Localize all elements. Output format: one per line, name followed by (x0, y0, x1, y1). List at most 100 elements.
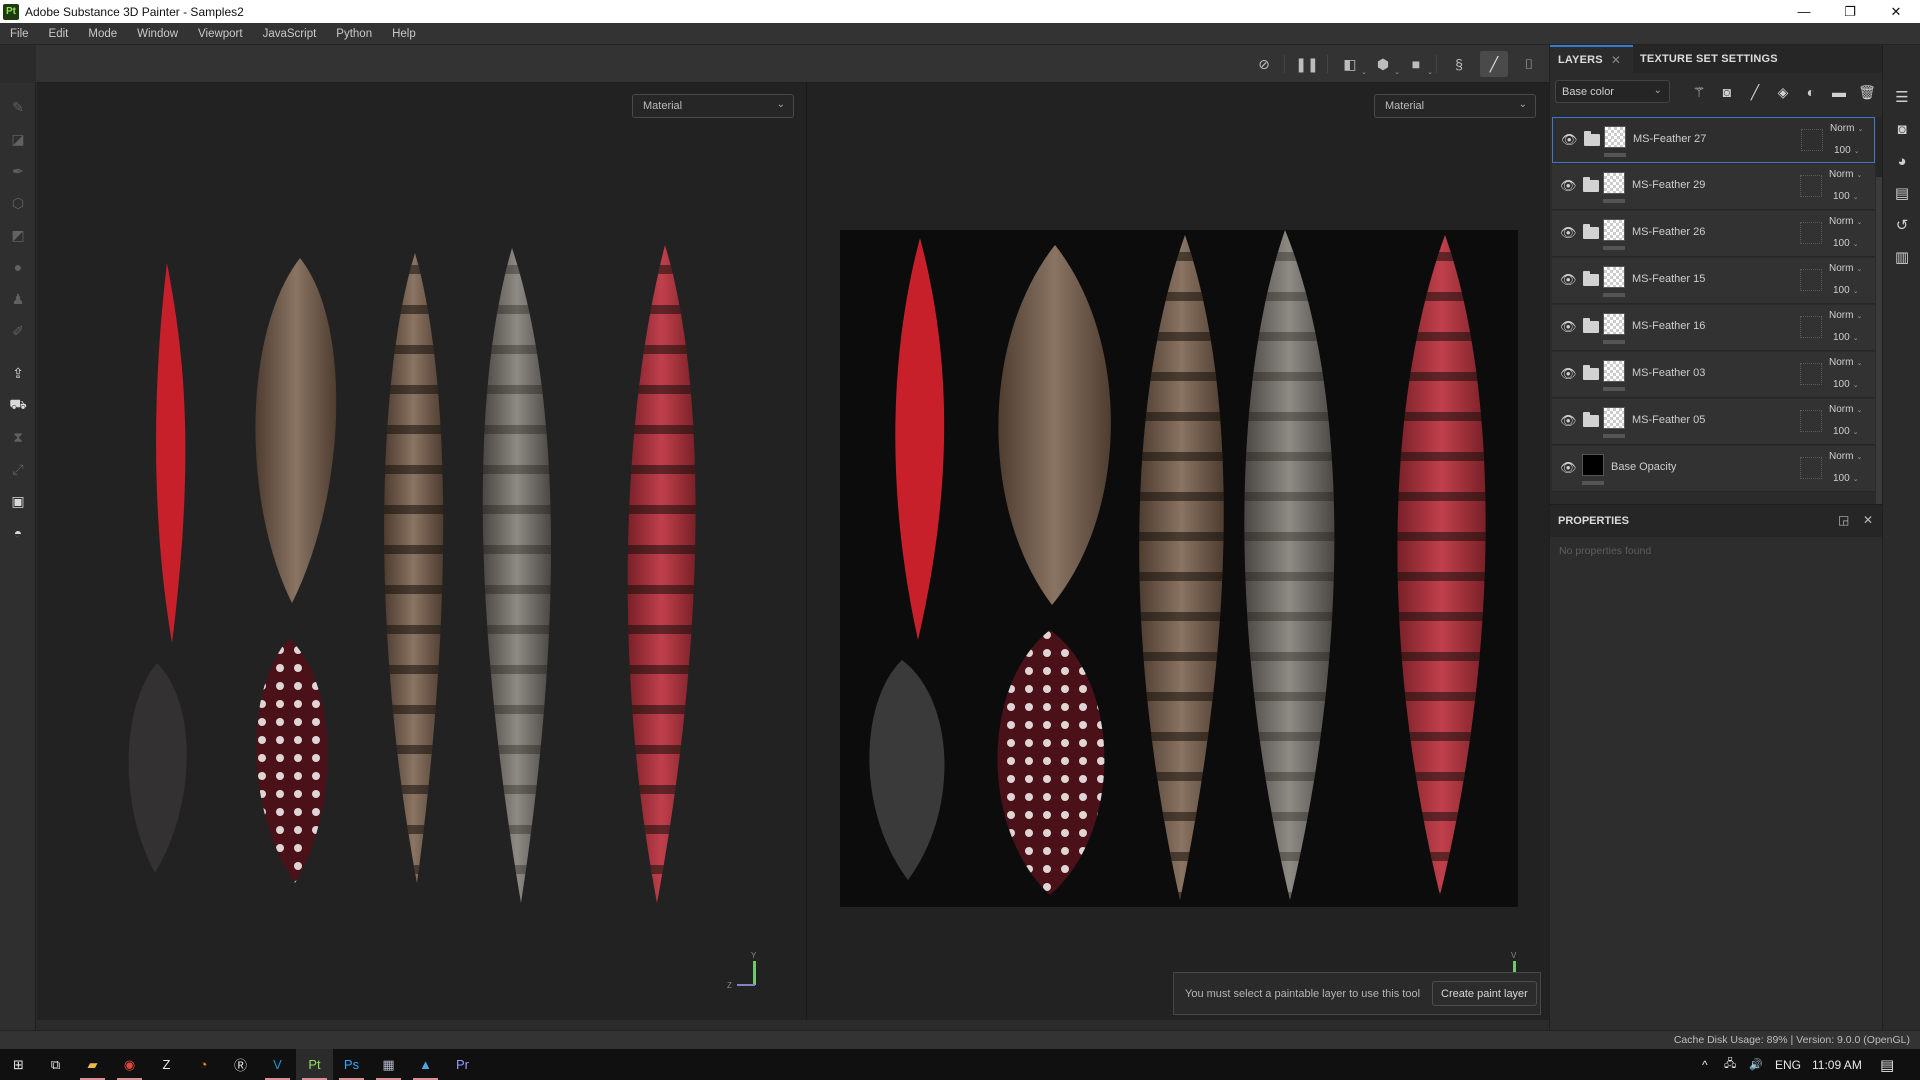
close-icon[interactable]: ✕ (1611, 53, 1621, 67)
taskbar-task-view-icon[interactable]: ⧉ (37, 1049, 74, 1080)
add-smart-mask-icon[interactable]: ◐ (1802, 83, 1820, 101)
layer-name[interactable]: MS-Feather 27 (1633, 133, 1706, 145)
language-indicator[interactable]: ENG (1775, 1049, 1801, 1080)
add-effect-icon[interactable]: ⚚ (1690, 83, 1708, 101)
environment-icon[interactable]: ◕ (1892, 151, 1912, 171)
taskbar-app-r-icon[interactable]: Ⓡ (222, 1049, 259, 1080)
opacity-select[interactable]: 100 ⌄ (1833, 426, 1859, 437)
visibility-eye-icon[interactable]: 👁 (1560, 272, 1577, 288)
taskbar-file-explorer-icon[interactable]: ▰ (74, 1049, 111, 1080)
close-icon[interactable]: ✕ (1863, 513, 1873, 527)
menu-window[interactable]: Window (127, 28, 188, 40)
log-clipboard-icon[interactable]: ▥ (1892, 247, 1912, 267)
shelf-tool-icon[interactable]: ◓ (6, 521, 30, 545)
menu-javascript[interactable]: JavaScript (253, 28, 327, 40)
camera-video-icon[interactable]: ■ ⌄ (1402, 51, 1433, 77)
undock-icon[interactable]: ◲ (1838, 513, 1849, 527)
volume-icon[interactable]: 🔊 (1749, 1049, 1763, 1080)
visibility-eye-icon[interactable]: 👁 (1560, 366, 1577, 382)
tray-chevron-icon[interactable]: ^ (1702, 1049, 1708, 1080)
blend-mode-select[interactable]: Norm ⌄ (1829, 216, 1862, 227)
layer-row[interactable]: 👁 MS-Feather 26 Norm ⌄ 100 ⌄ (1552, 211, 1875, 257)
blend-mode-select[interactable]: Norm ⌄ (1830, 123, 1863, 134)
layer-row[interactable]: 👁 MS-Feather 05 Norm ⌄ 100 ⌄ (1552, 399, 1875, 445)
history-icon[interactable]: ↺ (1892, 215, 1912, 235)
opacity-select[interactable]: 100 ⌄ (1833, 191, 1859, 202)
visibility-eye-icon[interactable]: 👁 (1560, 319, 1577, 335)
taskbar-start-icon[interactable]: ⊞ (0, 1049, 37, 1080)
taskbar-premiere-icon[interactable]: Pr (444, 1049, 481, 1080)
opacity-select[interactable]: 100 ⌄ (1834, 145, 1860, 156)
layer-row[interactable]: 👁 MS-Feather 29 Norm ⌄ 100 ⌄ (1552, 164, 1875, 210)
eraser-tool-icon[interactable]: ◪ (6, 127, 30, 151)
opacity-select[interactable]: 100 ⌄ (1833, 379, 1859, 390)
menu-mode[interactable]: Mode (78, 28, 127, 40)
add-paint-layer-icon[interactable]: ╱ (1746, 83, 1764, 101)
delete-layer-icon[interactable]: 🗑 (1858, 83, 1876, 101)
split-view-icon[interactable]: ◧ ⌄ (1336, 51, 1367, 77)
timeline-tool-icon[interactable]: ⧗ (6, 425, 30, 449)
render-tool-icon[interactable]: ▣ (6, 489, 30, 513)
uv-texture-canvas[interactable] (840, 230, 1518, 907)
geometry-fill-tool-icon[interactable]: ⬡ (6, 191, 30, 215)
2d-viewport[interactable]: Material ⌄ V (807, 83, 1549, 1020)
visibility-eye-icon[interactable]: 👁 (1560, 413, 1577, 429)
paint-brush-icon[interactable]: ╱ (1480, 51, 1508, 77)
layer-mask-slot[interactable] (1800, 222, 1822, 244)
layer-name[interactable]: MS-Feather 05 (1632, 414, 1705, 426)
clone-stamp-tool-icon[interactable]: ♟ (6, 287, 30, 311)
visibility-eye-icon[interactable]: 👁 (1560, 225, 1577, 241)
taskbar-chrome-icon[interactable]: ◉ (111, 1049, 148, 1080)
opacity-select[interactable]: 100 ⌄ (1833, 285, 1859, 296)
layer-row[interactable]: 👁 MS-Feather 15 Norm ⌄ 100 ⌄ (1552, 258, 1875, 304)
tab-texture-set-settings[interactable]: TEXTURE SET SETTINGS (1636, 45, 1778, 73)
projection-tool-icon[interactable]: ✒ (6, 159, 30, 183)
layer-row[interactable]: 👁 Base Opacity Norm ⌄ 100 ⌄ (1552, 446, 1875, 492)
transform-tool-icon[interactable]: ⤢ (6, 457, 30, 481)
display-settings-icon[interactable]: ◙ (1892, 119, 1912, 139)
menu-viewport[interactable]: Viewport (188, 28, 253, 40)
layer-mask-slot[interactable] (1801, 129, 1823, 151)
layer-row[interactable]: 👁 MS-Feather 03 Norm ⌄ 100 ⌄ (1552, 352, 1875, 398)
polygon-fill-tool-icon[interactable]: ◩ (6, 223, 30, 247)
hide-uv-icon[interactable]: ⊘ (1250, 51, 1278, 77)
smudge-tool-icon[interactable]: ● (6, 255, 30, 279)
export-tool-icon[interactable]: ⇪ (6, 361, 30, 385)
visibility-eye-icon[interactable]: 👁 (1560, 460, 1577, 476)
taskbar-app-v-icon[interactable]: V (259, 1049, 296, 1080)
visibility-eye-icon[interactable]: 👁 (1561, 132, 1578, 148)
layer-mask-slot[interactable] (1800, 410, 1822, 432)
add-mask-icon[interactable]: ◙ (1718, 83, 1736, 101)
layer-mask-slot[interactable] (1800, 269, 1822, 291)
layer-row[interactable]: 👁 MS-Feather 16 Norm ⌄ 100 ⌄ (1552, 305, 1875, 351)
clock[interactable]: 11:09 AM (1812, 1049, 1862, 1080)
close-button[interactable]: ✕ (1873, 0, 1919, 23)
layer-name[interactable]: MS-Feather 03 (1632, 367, 1705, 379)
color-picker-tool-icon[interactable]: ✐ (6, 319, 30, 343)
screenshot-camera-icon[interactable]: ⌷ (1515, 51, 1543, 77)
bake-tool-icon[interactable]: ⛟ (6, 393, 30, 417)
menu-help[interactable]: Help (382, 28, 426, 40)
add-folder-icon[interactable]: ▬ (1830, 83, 1848, 101)
taskbar-photoshop-icon[interactable]: Ps (333, 1049, 370, 1080)
taskbar-blender-icon[interactable]: ◔ (185, 1049, 222, 1080)
opacity-select[interactable]: 100 ⌄ (1833, 238, 1859, 249)
opacity-select[interactable]: 100 ⌄ (1833, 332, 1859, 343)
3d-viewport[interactable]: Material ⌄ Y Z (37, 83, 806, 1020)
blend-mode-select[interactable]: Norm ⌄ (1829, 451, 1862, 462)
notifications-icon[interactable]: ▤ (1880, 1049, 1894, 1080)
layer-row[interactable]: 👁 MS-Feather 27 Norm ⌄ 100 ⌄ (1552, 117, 1875, 163)
tab-layers[interactable]: LAYERS ✕ (1550, 45, 1633, 73)
paint-brush-tool-icon[interactable]: ✎ (6, 95, 30, 119)
menu-edit[interactable]: Edit (39, 28, 79, 40)
taskbar-substance-painter-icon[interactable]: Pt (296, 1049, 333, 1080)
layer-mask-slot[interactable] (1800, 316, 1822, 338)
create-paint-layer-button[interactable]: Create paint layer (1432, 981, 1537, 1006)
visibility-eye-icon[interactable]: 👁 (1560, 178, 1577, 194)
network-icon[interactable]: 🖧 (1724, 1049, 1736, 1080)
layer-mask-slot[interactable] (1800, 363, 1822, 385)
menu-python[interactable]: Python (326, 28, 382, 40)
3d-cube-icon[interactable]: ⬢ ⌄ (1369, 51, 1400, 77)
2d-viewport-mode-select[interactable]: Material ⌄ (1374, 94, 1536, 118)
blend-mode-select[interactable]: Norm ⌄ (1829, 357, 1862, 368)
